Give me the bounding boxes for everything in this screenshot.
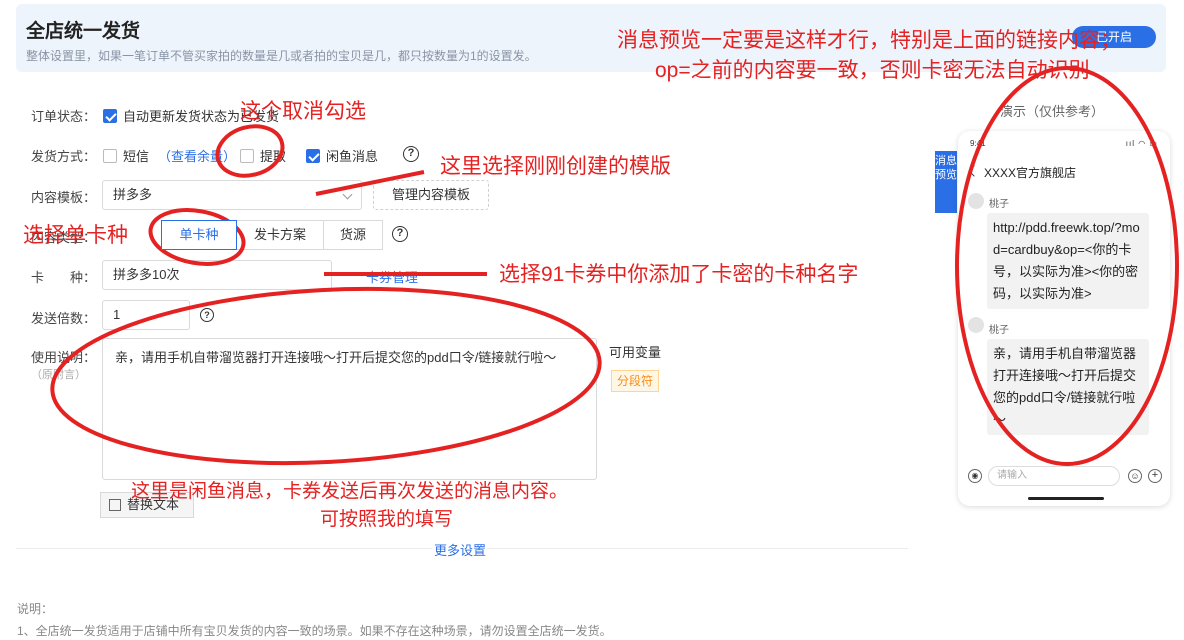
annotation-xianyu-1: 这里是闲鱼消息，卡券发送后再次发送的消息内容。 xyxy=(131,481,569,502)
back-icon[interactable] xyxy=(968,165,980,177)
send-multiple-label: 发送倍数： xyxy=(31,311,97,326)
view-balance-text[interactable]: （查看余量） xyxy=(158,146,236,165)
preview-caption: 演示（仅供参考） xyxy=(1000,104,1105,119)
card-type-value: 拼多多10次 xyxy=(113,267,180,282)
plus-icon[interactable]: + xyxy=(1148,469,1162,483)
type-single-card[interactable]: 单卡种 xyxy=(161,220,237,250)
annotation-xianyu-2: 可按照我的填写 xyxy=(320,509,454,530)
ship-sms-option[interactable]: 短信 xyxy=(103,146,149,165)
segment-variable-tag[interactable]: 分段符 xyxy=(611,370,660,392)
notes-line-1: 1、全店统一发货适用于店铺中所有宝贝发货的内容一致的场景。如果不存在这种场景，请… xyxy=(17,624,612,638)
status-time: 9:41 xyxy=(970,139,986,148)
card-type-label: 卡 种： xyxy=(31,270,97,285)
chevron-down-icon xyxy=(342,189,353,200)
message-preview-tab[interactable]: 消息预览 xyxy=(935,151,957,213)
status-icons: ııl ◠ ▭ xyxy=(1125,139,1158,148)
view-balance-link[interactable]: （查看余量） xyxy=(158,146,236,165)
sender-name: 桃子 xyxy=(989,325,1009,336)
chat-input[interactable]: 请输入 xyxy=(988,466,1120,486)
type-card-plan[interactable]: 发卡方案 xyxy=(236,220,324,250)
emoji-icon[interactable]: ☺ xyxy=(1128,469,1142,483)
annotation-choose-single: 选择单卡种 xyxy=(23,224,128,247)
annotation-uncheck: 这个取消勾选 xyxy=(240,100,366,123)
ship-xianyu-checkbox[interactable] xyxy=(306,148,320,163)
notes-title: 说明： xyxy=(17,602,54,616)
ship-sms-text: 短信 xyxy=(123,149,150,164)
chat-shop-name: XXXX官方旗舰店 xyxy=(984,166,1077,180)
order-status-label: 订单状态： xyxy=(31,109,97,124)
avatar xyxy=(968,193,984,209)
page-title: 全店统一发货 xyxy=(26,21,141,42)
variables-title: 可用变量 xyxy=(609,345,662,360)
phone-preview: 9:41 ııl ◠ ▭ XXXX官方旗舰店 桃子 http://pdd.fre… xyxy=(958,131,1170,506)
chat-bubble-message: 亲，请用手机自带溜览器打开连接哦～打开后提交您的pdd口令/链接就行啦～ xyxy=(987,339,1149,435)
usage-textarea[interactable]: 亲，请用手机自带溜览器打开连接哦～打开后提交您的pdd口令/链接就行啦～ xyxy=(102,338,597,480)
help-icon[interactable]: ? xyxy=(403,146,419,162)
avatar xyxy=(968,317,984,333)
template-select-value: 拼多多 xyxy=(113,187,153,202)
annotation-line-card xyxy=(324,272,487,276)
usage-label: 使用说明： xyxy=(31,350,97,365)
ship-extract-checkbox[interactable] xyxy=(240,148,254,163)
home-indicator xyxy=(1028,497,1104,500)
ship-xianyu-text: 闲鱼消息 xyxy=(326,149,379,164)
sender-name: 桃子 xyxy=(989,199,1009,210)
page-description: 整体设置里，如果一笔订单不管买家拍的数量是几或者拍的宝贝是几，都只按数量为1的设… xyxy=(26,49,537,63)
annotation-choose-card: 选择91卡券中你添加了卡密的卡种名字 xyxy=(499,263,859,286)
more-settings-link[interactable]: 更多设置 xyxy=(432,540,489,559)
send-multiple-value: 1 xyxy=(113,307,121,322)
usage-sublabel: （原附言） xyxy=(31,369,86,381)
manage-template-button[interactable]: 管理内容模板 xyxy=(373,180,489,210)
ship-method-label: 发货方式： xyxy=(31,149,97,164)
ship-xianyu-option[interactable]: 闲鱼消息 xyxy=(306,146,378,165)
voice-icon[interactable]: ◉ xyxy=(968,469,982,483)
type-supply[interactable]: 货源 xyxy=(323,220,383,250)
auto-update-status-checkbox[interactable] xyxy=(103,108,117,123)
replace-icon xyxy=(109,499,121,511)
send-multiple-input[interactable]: 1 xyxy=(102,300,190,330)
template-label: 内容模板： xyxy=(31,190,97,205)
card-manage-link[interactable]: 卡券管理 xyxy=(366,267,418,286)
chat-bubble-link: http://pdd.freewk.top/?mod=cardbuy&op=<你… xyxy=(987,213,1149,309)
card-type-select[interactable]: 拼多多10次 xyxy=(102,260,332,290)
annotation-preview-note-1: 消息预览一定要是这样才行，特别是上面的链接内容； xyxy=(617,29,1121,52)
ship-extract-text: 提取 xyxy=(260,149,287,164)
help-icon[interactable]: ? xyxy=(200,308,214,322)
template-select[interactable]: 拼多多 xyxy=(102,180,362,210)
ship-extract-option[interactable]: 提取 xyxy=(240,146,286,165)
annotation-preview-note-2: op=之前的内容要一致，否则卡密无法自动识别 xyxy=(655,59,1090,82)
chat-input-bar: ◉ 请输入 ☺ + xyxy=(958,461,1170,493)
annotation-choose-template: 这里选择刚刚创建的模版 xyxy=(440,155,671,178)
help-icon[interactable]: ? xyxy=(392,226,408,242)
ship-sms-checkbox[interactable] xyxy=(103,148,117,163)
